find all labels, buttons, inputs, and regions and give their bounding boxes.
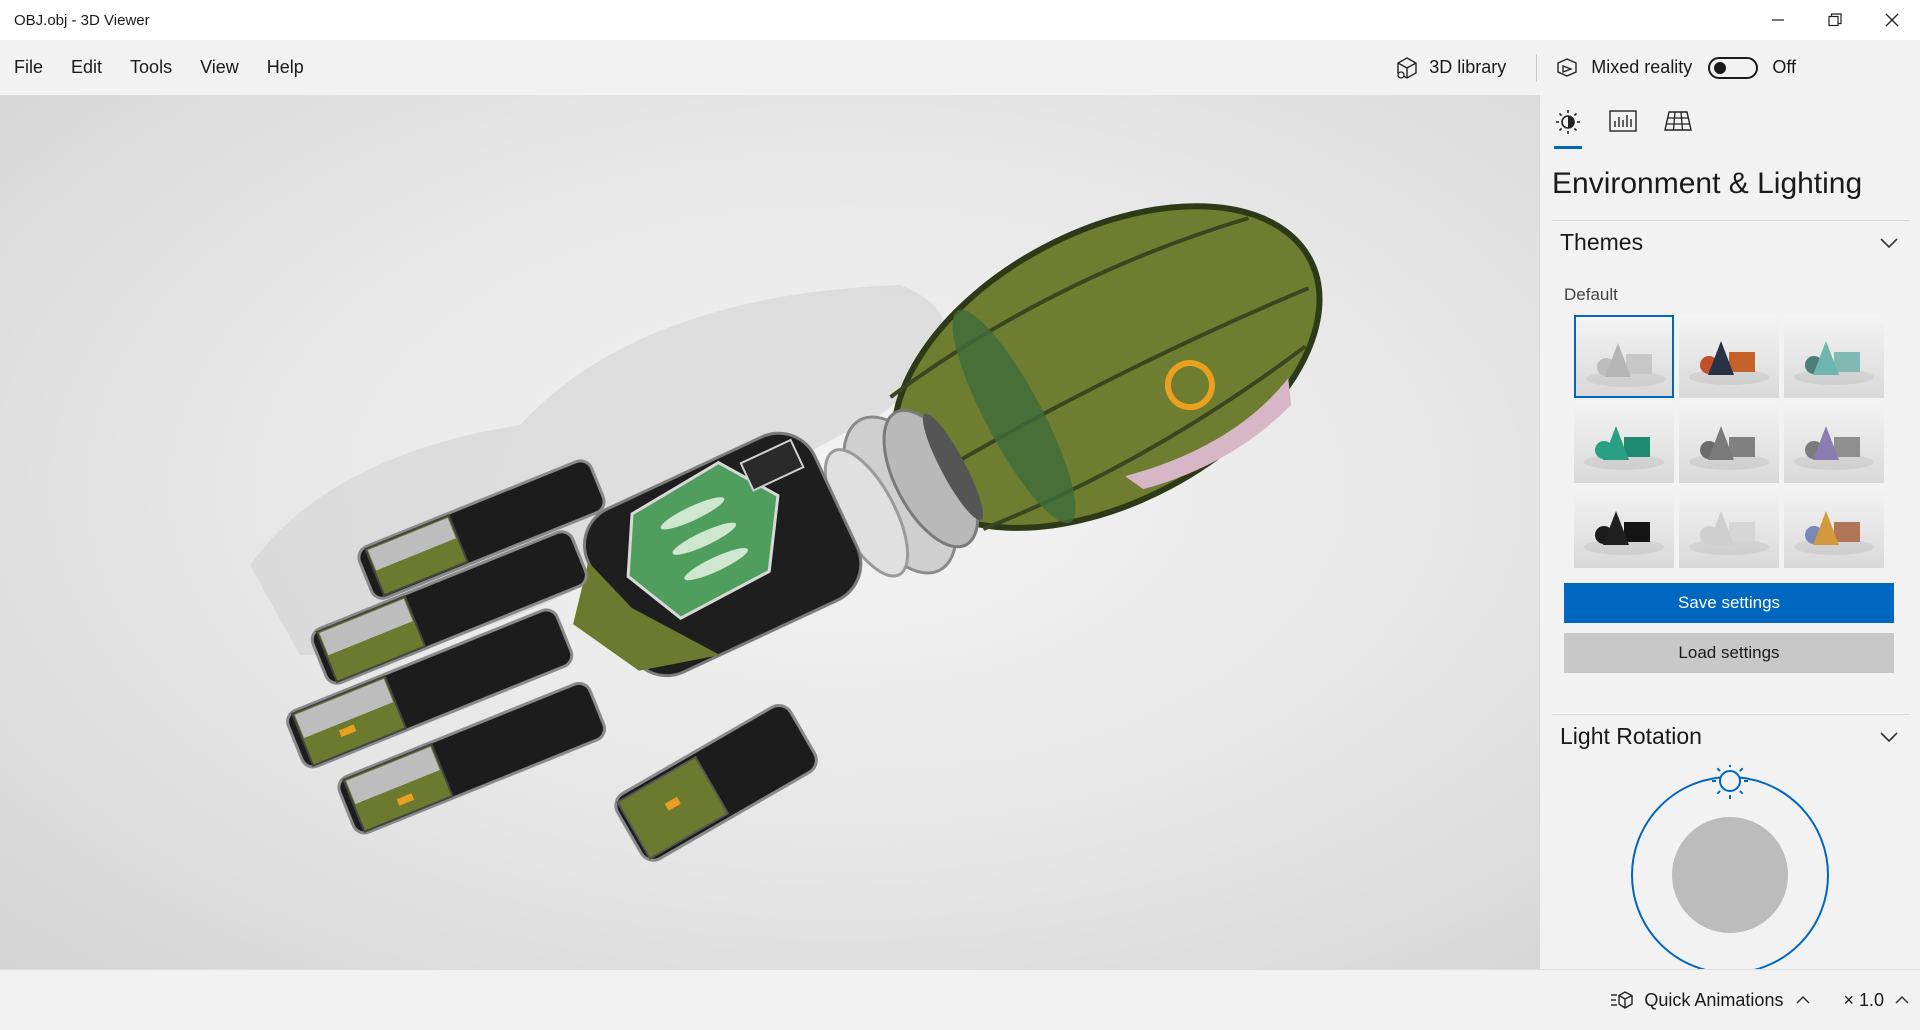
- themes-section-header[interactable]: Themes: [1552, 220, 1909, 264]
- panel-tabs: [1554, 109, 1719, 149]
- panel-title: Environment & Lighting: [1552, 167, 1863, 200]
- theme-preview-shapes: [1689, 341, 1769, 385]
- tab-environment-lighting[interactable]: [1554, 109, 1582, 149]
- light-rotation-label: Light Rotation: [1560, 723, 1702, 749]
- theme-preview-shapes: [1794, 426, 1874, 470]
- chevron-up-icon: [1895, 995, 1909, 1004]
- theme-swatch[interactable]: [1679, 485, 1779, 568]
- toggle-knob: [1714, 61, 1727, 74]
- theme-swatch[interactable]: [1784, 315, 1884, 398]
- load-settings-button[interactable]: Load settings: [1564, 633, 1894, 673]
- theme-preview-shapes: [1584, 426, 1664, 470]
- animation-speed-label: × 1.0: [1843, 989, 1884, 1010]
- menu-right-group: 3D library Mixed reality Off: [1395, 40, 1920, 95]
- 3d-library-button[interactable]: 3D library: [1395, 56, 1506, 80]
- theme-box-shape: [1624, 437, 1650, 457]
- quick-animations-button[interactable]: Quick Animations: [1610, 990, 1821, 1011]
- theme-box-shape: [1729, 352, 1755, 372]
- chevron-up-icon: [1796, 995, 1810, 1004]
- theme-box-shape: [1834, 437, 1860, 457]
- mixed-reality-toggle[interactable]: [1708, 56, 1759, 79]
- stats-chart-icon: [1609, 110, 1637, 132]
- menu-tools[interactable]: Tools: [116, 57, 186, 78]
- theme-box-shape: [1729, 437, 1755, 457]
- tab-stats[interactable]: [1609, 109, 1637, 143]
- minimize-icon[interactable]: [1749, 0, 1806, 40]
- theme-swatch[interactable]: [1574, 485, 1674, 568]
- theme-preview-shapes: [1586, 343, 1666, 387]
- menu-edit[interactable]: Edit: [57, 57, 116, 78]
- theme-swatch[interactable]: [1574, 400, 1674, 483]
- theme-grid: [1574, 315, 1884, 568]
- light-rotation-dial[interactable]: [1628, 765, 1832, 969]
- status-bar: Quick Animations × 1.0: [0, 969, 1920, 1030]
- current-theme-label: Default: [1564, 285, 1618, 304]
- mixed-reality-state: Off: [1772, 57, 1796, 77]
- mixed-reality-icon: [1557, 57, 1577, 77]
- menu-view[interactable]: View: [186, 57, 253, 78]
- theme-preview-shapes: [1689, 511, 1769, 555]
- 3d-viewport[interactable]: [0, 95, 1539, 969]
- theme-swatch[interactable]: [1679, 315, 1779, 398]
- menu-file[interactable]: File: [0, 57, 57, 78]
- sun-icon: [1712, 765, 1748, 799]
- menu-help[interactable]: Help: [253, 57, 318, 78]
- mixed-reality-control: Mixed reality Off: [1555, 56, 1796, 79]
- animation-cube-icon: [1611, 991, 1634, 1009]
- side-panel: Environment & Lighting Themes Default Sa…: [1539, 95, 1920, 969]
- light-rotation-center: [1672, 817, 1788, 933]
- theme-preview-shapes: [1689, 426, 1769, 470]
- animation-speed-control[interactable]: × 1.0: [1843, 990, 1910, 1011]
- theme-preview-shapes: [1794, 341, 1874, 385]
- theme-box-shape: [1729, 522, 1755, 542]
- theme-swatch[interactable]: [1784, 400, 1884, 483]
- menu-bar: File Edit Tools View Help 3D library Mix…: [0, 40, 1920, 95]
- 3d-library-label: 3D library: [1429, 57, 1507, 77]
- window-controls: [1749, 0, 1920, 40]
- sun-lighting-icon: [1556, 110, 1580, 134]
- menu-divider: [1536, 53, 1538, 82]
- close-icon[interactable]: [1863, 0, 1920, 40]
- theme-preview-shapes: [1584, 511, 1664, 555]
- restore-icon[interactable]: [1806, 0, 1863, 40]
- quick-animations-label: Quick Animations: [1644, 989, 1784, 1010]
- thumb: [614, 703, 818, 862]
- theme-box-shape: [1624, 522, 1650, 542]
- theme-swatch[interactable]: [1574, 315, 1674, 398]
- theme-preview-shapes: [1794, 511, 1874, 555]
- theme-swatch[interactable]: [1679, 400, 1779, 483]
- themes-label: Themes: [1560, 229, 1644, 255]
- chevron-down-icon: [1880, 237, 1898, 248]
- title-bar: OBJ.obj - 3D Viewer: [0, 0, 1920, 40]
- theme-swatch[interactable]: [1784, 485, 1884, 568]
- chevron-down-icon: [1880, 731, 1898, 742]
- tab-grid[interactable]: [1664, 109, 1692, 143]
- robot-arm-model[interactable]: [0, 95, 1539, 969]
- theme-box-shape: [1834, 522, 1860, 542]
- save-settings-button[interactable]: Save settings: [1564, 583, 1894, 623]
- light-rotation-section-header[interactable]: Light Rotation: [1552, 714, 1909, 758]
- mixed-reality-label: Mixed reality: [1591, 57, 1693, 77]
- theme-box-shape: [1834, 352, 1860, 372]
- theme-box-shape: [1626, 354, 1652, 374]
- window-title: OBJ.obj - 3D Viewer: [14, 11, 150, 29]
- cube-icon: [1397, 56, 1417, 79]
- grid-perspective-icon: [1664, 111, 1692, 131]
